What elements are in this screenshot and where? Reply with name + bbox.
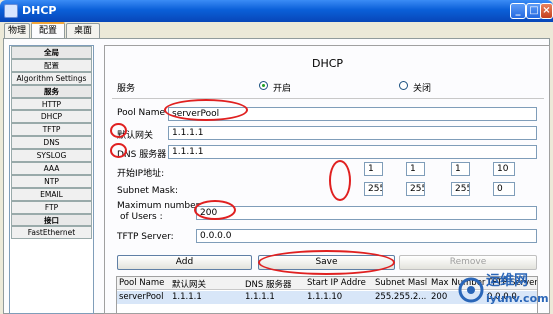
cell-dns: 1.1.1.1 (245, 292, 275, 302)
gateway-input[interactable]: 1.1.1.1 (168, 126, 537, 140)
annotation-ellipse-save (258, 250, 395, 275)
annotation-ellipse-pool-name (164, 99, 248, 121)
max-users-label-2: of Users : (120, 212, 163, 222)
minimize-button[interactable]: _ (510, 3, 526, 19)
cell-gateway: 1.1.1.1 (172, 292, 202, 302)
sidebar-item-aaa[interactable]: AAA (11, 162, 92, 175)
start-ip-octet-2[interactable]: 1 (406, 162, 425, 176)
cell-start-ip: 1.1.1.10 (307, 292, 343, 302)
subnet-label: Subnet Mask: (117, 186, 178, 196)
sidebar-header-global: 全局 (11, 46, 92, 59)
tftp-server-input[interactable]: 0.0.0.0 (196, 229, 537, 243)
start-ip-octet-1[interactable]: 1 (364, 162, 383, 176)
start-ip-octet-3[interactable]: 1 (451, 162, 470, 176)
page-title: DHCP (312, 57, 344, 70)
cell-pool-name: serverPool (119, 292, 164, 302)
add-button[interactable]: Add (117, 255, 252, 270)
tab-config[interactable]: 配置 (31, 22, 65, 39)
app-icon (4, 4, 18, 18)
sidebar-item-email[interactable]: EMAIL (11, 187, 92, 201)
sidebar-item-settings[interactable]: 配置 (11, 58, 92, 72)
start-ip-octet-4[interactable]: 10 (493, 162, 515, 176)
service-label: 服务 (117, 84, 136, 94)
col-pool-name: Pool Name (119, 278, 165, 288)
close-button[interactable]: × (540, 3, 553, 19)
sidebar-item-ntp[interactable]: NTP (11, 174, 92, 188)
col-dns: DNS 服务器 (245, 280, 292, 290)
sidebar-item-syslog[interactable]: SYSLOG (11, 149, 92, 163)
divider (112, 98, 544, 99)
sidebar-item-tftp[interactable]: TFTP (11, 123, 92, 137)
max-users-input[interactable]: 200 (196, 206, 537, 220)
window-title: DHCP (22, 4, 57, 17)
dns-input[interactable]: 1.1.1.1 (168, 145, 537, 159)
sidebar-item-http[interactable]: HTTP (11, 97, 92, 111)
remove-button[interactable]: Remove (399, 255, 537, 270)
service-off-radio[interactable] (399, 81, 408, 90)
tab-desktop[interactable]: 桌面 (66, 23, 100, 38)
sidebar: 全局 配置 Algorithm Settings 服务 HTTP DHCP TF… (9, 45, 94, 314)
tftp-server-label: TFTP Server: (117, 232, 174, 242)
watermark-url: iyunv.com (486, 292, 549, 305)
col-start-ip: Start IP Addre (307, 278, 366, 288)
sidebar-item-fastethernet[interactable]: FastEthernet (11, 226, 92, 240)
max-users-label: Maximum number (117, 201, 200, 211)
annotation-ellipse-ip-fields (329, 160, 351, 201)
tab-physical[interactable]: 物理 (4, 23, 30, 38)
cell-subnet: 255.255.2... (375, 292, 427, 302)
watermark-text: 运维网 (486, 273, 528, 289)
sidebar-item-dhcp[interactable]: DHCP (11, 110, 92, 124)
subnet-octet-3[interactable]: 255 (451, 182, 470, 196)
sidebar-item-ftp[interactable]: FTP (11, 200, 92, 214)
sidebar-item-algorithm[interactable]: Algorithm Settings (11, 71, 92, 85)
col-gateway: 默认网关 (172, 280, 207, 290)
sidebar-header-services: 服务 (11, 84, 92, 98)
watermark-icon (458, 277, 484, 303)
subnet-octet-2[interactable]: 255 (406, 182, 425, 196)
service-on-radio[interactable] (259, 81, 268, 90)
service-off-label: 关闭 (413, 84, 432, 94)
annotation-ellipse-dns (110, 143, 127, 158)
sidebar-header-interface: 接口 (11, 213, 92, 227)
col-subnet: Subnet Masl (375, 278, 428, 288)
subnet-octet-1[interactable]: 255 (364, 182, 383, 196)
service-on-label: 开启 (273, 84, 292, 94)
pool-name-label: Pool Name (117, 108, 166, 118)
annotation-ellipse-gateway (110, 123, 127, 138)
start-ip-label: 开始IP地址: (117, 169, 165, 179)
annotation-ellipse-max-users (194, 200, 236, 220)
sidebar-item-dns[interactable]: DNS (11, 136, 92, 150)
watermark-logo: 运维网 iyunv.com (456, 270, 552, 314)
subnet-octet-4[interactable]: 0 (493, 182, 515, 196)
title-bar: DHCP _ □ × (0, 0, 553, 22)
